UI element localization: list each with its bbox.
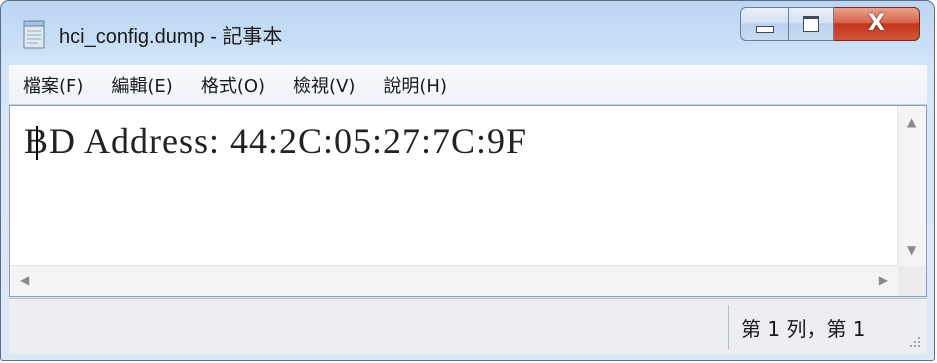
close-icon: X [868, 11, 885, 36]
menu-help[interactable]: 說明(H) [383, 72, 447, 98]
text-caret [36, 126, 38, 160]
text-editor[interactable]: BD Address: 44:2C:05:27:7C:9F [10, 106, 898, 266]
status-bar: 第 1 列，第 1 [9, 298, 927, 354]
caption-buttons: X [740, 7, 920, 41]
status-divider [728, 305, 729, 349]
menu-bar: 檔案(F) 編輯(E) 格式(O) 檢視(V) 說明(H) [9, 65, 927, 105]
horizontal-scrollbar[interactable]: ◀ ▶ [10, 265, 898, 296]
menu-view[interactable]: 檢視(V) [293, 72, 355, 98]
vertical-scrollbar[interactable]: ▲ ▼ [897, 106, 926, 266]
menu-file[interactable]: 檔案(F) [23, 72, 83, 98]
notepad-window: hci_config.dump - 記事本 X 檔案(F) 編輯(E) 格式(O… [0, 0, 935, 361]
editor-content: BD Address: 44:2C:05:27:7C:9F [24, 121, 528, 161]
title-bar[interactable]: hci_config.dump - 記事本 X [1, 1, 934, 65]
maximize-button[interactable] [788, 7, 834, 41]
scroll-up-icon[interactable]: ▲ [907, 116, 916, 128]
minimize-button[interactable] [740, 7, 788, 41]
cursor-position: 第 1 列，第 1 [741, 317, 866, 341]
resize-grip-icon[interactable] [907, 334, 921, 348]
window-title: hci_config.dump - 記事本 [59, 26, 283, 48]
scroll-left-icon[interactable]: ◀ [20, 274, 29, 286]
maximize-icon [803, 16, 819, 32]
menu-edit[interactable]: 編輯(E) [111, 72, 172, 98]
minimize-icon [755, 25, 774, 33]
scrollbar-corner [898, 266, 926, 296]
editor-frame: BD Address: 44:2C:05:27:7C:9F ▲ ▼ ◀ ▶ [9, 105, 927, 297]
notepad-icon[interactable] [23, 19, 45, 49]
scroll-right-icon[interactable]: ▶ [879, 274, 888, 286]
scroll-down-icon[interactable]: ▼ [907, 244, 916, 256]
menu-format[interactable]: 格式(O) [201, 72, 265, 98]
close-button[interactable]: X [834, 7, 920, 41]
